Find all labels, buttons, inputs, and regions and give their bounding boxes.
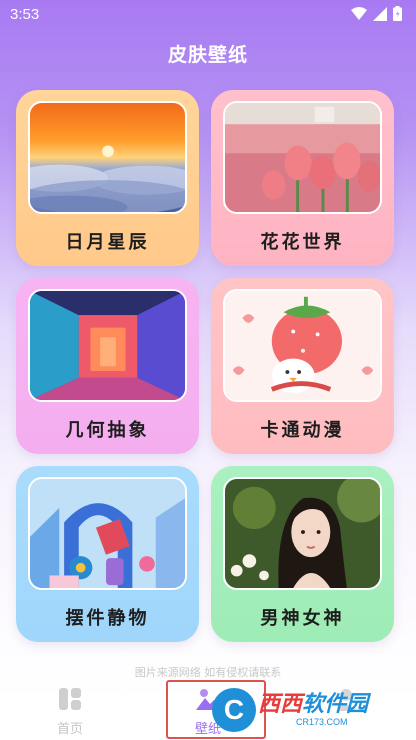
- copyright-note: 图片来源网络 如有侵权请联系: [134, 666, 282, 679]
- home-grid-icon: [59, 688, 81, 710]
- category-card-idols[interactable]: 男神女神: [211, 466, 394, 642]
- category-label: 摆件静物: [65, 608, 150, 629]
- tulips-image: [223, 101, 382, 214]
- category-label: 男神女神: [260, 608, 345, 629]
- battery-icon: [393, 6, 402, 21]
- category-label: 几何抽象: [65, 420, 150, 441]
- watermark-domain: CR173.COM: [296, 716, 348, 727]
- signal-icon: [373, 6, 387, 21]
- watermark-brand: 西西: [258, 691, 303, 717]
- watermark-brand-suffix: 软件园: [302, 691, 369, 717]
- status-icons: [351, 6, 402, 21]
- tab-home-label: 首页: [56, 722, 83, 737]
- category-card-sun-moon-stars[interactable]: 日月星辰: [16, 90, 199, 266]
- sunrise-image: [28, 101, 187, 214]
- status-bar: 3:53: [0, 0, 416, 30]
- watermark-text: 西西软件园 CR173.COM: [258, 691, 369, 727]
- portrait-image: [223, 477, 382, 590]
- corridor-image: [28, 289, 187, 402]
- tab-home[interactable]: 首页: [30, 680, 110, 740]
- category-card-flower-world[interactable]: 花花世界: [211, 90, 394, 266]
- page-title: 皮肤壁纸: [167, 44, 248, 66]
- watermark-logo: C: [212, 688, 256, 732]
- status-time: 3:53: [10, 6, 40, 23]
- cartoon-image: [223, 289, 382, 402]
- category-label: 卡通动漫: [260, 420, 345, 441]
- still-life-image: [28, 477, 187, 590]
- wifi-icon: [351, 6, 367, 20]
- category-card-cartoon-anime[interactable]: 卡通动漫: [211, 278, 394, 454]
- category-card-geometric-abstract[interactable]: 几何抽象: [16, 278, 199, 454]
- category-label: 日月星辰: [65, 232, 150, 253]
- site-watermark: C 西西软件园 CR173.COM: [212, 688, 412, 732]
- category-label: 花花世界: [260, 232, 345, 253]
- category-card-still-life[interactable]: 摆件静物: [16, 466, 199, 642]
